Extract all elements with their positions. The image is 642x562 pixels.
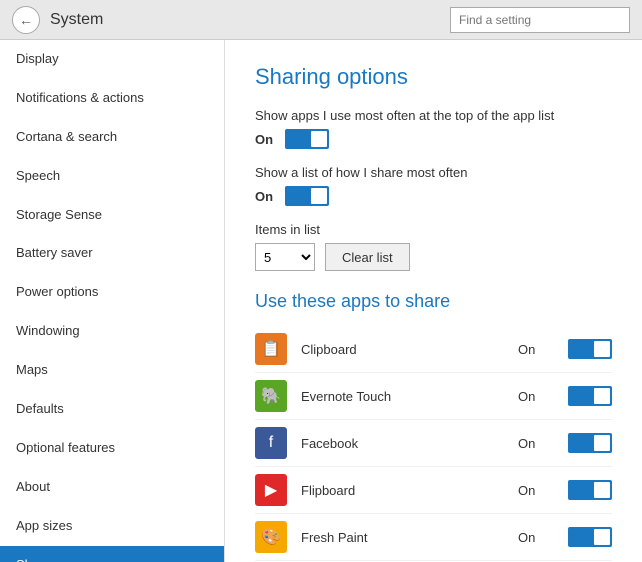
items-in-list-section: Items in list 5 3 10 15 Clear list <box>255 222 612 271</box>
apps-section-title: Use these apps to share <box>255 291 612 312</box>
app-icon: 📋 <box>255 333 287 365</box>
option2-toggle-row: On <box>255 186 612 206</box>
app-icon: 🐘 <box>255 380 287 412</box>
app-toggle[interactable] <box>568 433 612 453</box>
option1-toggle-row: On <box>255 129 612 149</box>
option2-toggle[interactable] <box>285 186 329 206</box>
apps-list: 📋ClipboardOn🐘Evernote TouchOnfFacebookOn… <box>255 326 612 562</box>
items-row: 5 3 10 15 Clear list <box>255 243 612 271</box>
sidebar: DisplayNotifications & actionsCortana & … <box>0 40 225 562</box>
app-toggle[interactable] <box>568 527 612 547</box>
title-bar: ← System <box>0 0 642 40</box>
main-content: DisplayNotifications & actionsCortana & … <box>0 40 642 562</box>
sidebar-item-speech[interactable]: Speech <box>0 157 224 196</box>
option2-label: Show a list of how I share most often <box>255 165 612 180</box>
sidebar-item-storage[interactable]: Storage Sense <box>0 196 224 235</box>
app-name: Clipboard <box>301 342 518 357</box>
app-toggle[interactable] <box>568 386 612 406</box>
sidebar-item-windowing[interactable]: Windowing <box>0 312 224 351</box>
app-icon: f <box>255 427 287 459</box>
sidebar-item-notifications[interactable]: Notifications & actions <box>0 79 224 118</box>
app-status: On <box>518 436 558 451</box>
app-toggle[interactable] <box>568 339 612 359</box>
sidebar-item-defaults[interactable]: Defaults <box>0 390 224 429</box>
app-name: Facebook <box>301 436 518 451</box>
back-button[interactable]: ← <box>12 6 40 34</box>
sidebar-item-maps[interactable]: Maps <box>0 351 224 390</box>
option1-label: Show apps I use most often at the top of… <box>255 108 612 123</box>
app-icon: 🎨 <box>255 521 287 553</box>
sidebar-item-about[interactable]: About <box>0 468 224 507</box>
app-row: 🐘 Evernote TouchOn <box>255 373 612 420</box>
app-name: Flipboard <box>301 483 518 498</box>
app-toggle[interactable] <box>568 480 612 500</box>
option2-toggle-text: On <box>255 189 285 204</box>
app-name: Fresh Paint <box>301 530 518 545</box>
app-row: 🎨 Fresh PaintOn <box>255 514 612 561</box>
app-row: ▶ FlipboardOn <box>255 467 612 514</box>
app-status: On <box>518 342 558 357</box>
app-status: On <box>518 483 558 498</box>
sidebar-item-optional[interactable]: Optional features <box>0 429 224 468</box>
sidebar-item-cortana[interactable]: Cortana & search <box>0 118 224 157</box>
clear-list-button[interactable]: Clear list <box>325 243 410 271</box>
app-icon: ▶ <box>255 474 287 506</box>
items-select[interactable]: 5 3 10 15 <box>255 243 315 271</box>
app-row: 📋 ClipboardOn <box>255 326 612 373</box>
window-title: System <box>50 11 450 29</box>
settings-panel: Sharing options Show apps I use most oft… <box>225 40 642 562</box>
sidebar-item-power[interactable]: Power options <box>0 273 224 312</box>
app-row: f FacebookOn <box>255 420 612 467</box>
items-in-list-label: Items in list <box>255 222 612 237</box>
search-input[interactable] <box>450 7 630 33</box>
option1-toggle[interactable] <box>285 129 329 149</box>
app-name: Evernote Touch <box>301 389 518 404</box>
option1-toggle-text: On <box>255 132 285 147</box>
sidebar-item-battery[interactable]: Battery saver <box>0 234 224 273</box>
app-status: On <box>518 530 558 545</box>
sidebar-item-appsizes[interactable]: App sizes <box>0 507 224 546</box>
app-status: On <box>518 389 558 404</box>
back-icon: ← <box>19 12 33 28</box>
sidebar-item-share[interactable]: Share <box>0 546 224 562</box>
sidebar-item-display[interactable]: Display <box>0 40 224 79</box>
panel-title: Sharing options <box>255 64 612 90</box>
